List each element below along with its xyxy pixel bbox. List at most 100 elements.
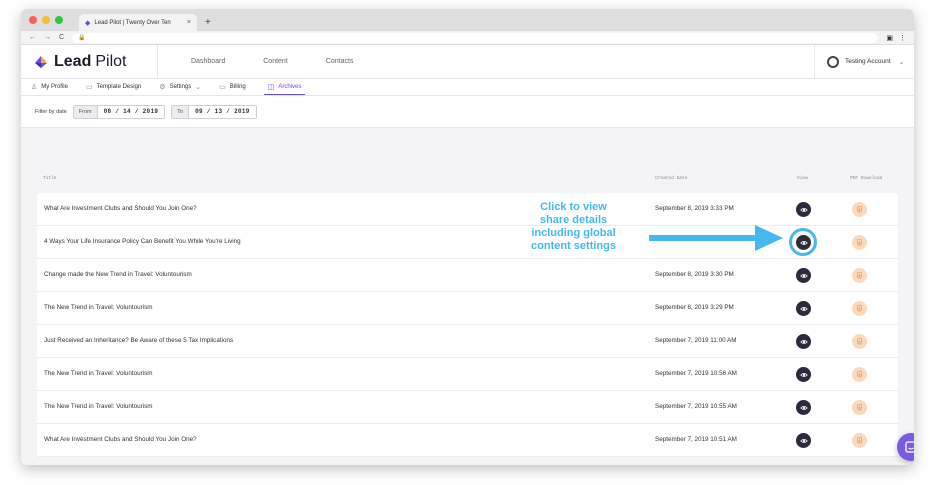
row-title[interactable]: What Are Investment Clubs and Should You… (44, 436, 197, 443)
nav-dashboard[interactable]: Dashboard (191, 58, 225, 65)
tab-billing[interactable]: ▭ Billing (219, 79, 246, 95)
close-window-button[interactable] (29, 16, 37, 24)
download-icon (857, 371, 862, 378)
brand-logo[interactable]: Lead Pilot (21, 45, 158, 78)
tab-archives[interactable]: ◫ Archives (263, 79, 306, 95)
reload-icon[interactable]: C (59, 34, 64, 41)
annotation-callout: Click to view share details including gl… (501, 201, 646, 253)
from-date-field[interactable]: From 08 / 14 / 2019 (72, 104, 166, 119)
row-title[interactable]: The New Trend in Travel: Voluntourism (44, 370, 153, 377)
row-created-date: September 7, 2019 10:55 AM (655, 403, 737, 410)
tab-my-profile[interactable]: ♙ My Profile (31, 79, 68, 95)
download-icon (857, 404, 862, 411)
account-menu[interactable]: Testing Account ⌄ (814, 45, 914, 78)
account-name: Testing Account (845, 58, 891, 65)
chevron-down-icon: ⌄ (195, 84, 202, 91)
pdf-download-button[interactable] (852, 301, 867, 316)
maximize-window-button[interactable] (55, 16, 63, 24)
chevron-down-icon: ⌄ (898, 58, 905, 66)
tab-settings[interactable]: ⚙ Settings ⌄ (159, 79, 201, 95)
download-icon (857, 437, 862, 444)
address-toolbar: ← → C 🔒 ▣ ⋮ (21, 31, 914, 45)
view-button[interactable] (796, 235, 811, 250)
new-tab-button[interactable]: + (205, 17, 211, 28)
eye-icon (799, 372, 808, 377)
eye-icon (799, 339, 808, 344)
address-bar[interactable]: 🔒 (72, 32, 879, 43)
profile-icon[interactable]: ▣ (886, 34, 893, 42)
minimize-window-button[interactable] (42, 16, 50, 24)
eye-icon (799, 240, 808, 245)
to-date-value[interactable]: 09 / 13 / 2019 (189, 105, 256, 118)
tab-close-icon[interactable]: × (187, 19, 191, 26)
row-created-date: September 7, 2019 10:51 AM (655, 436, 737, 443)
pdf-download-button[interactable] (852, 367, 867, 382)
from-date-value[interactable]: 08 / 14 / 2019 (97, 105, 165, 118)
to-date-field[interactable]: To 09 / 13 / 2019 (171, 104, 257, 119)
pdf-download-button[interactable] (852, 433, 867, 448)
row-title[interactable]: Just Received an Inheritance? Be Aware o… (44, 337, 233, 344)
avatar (827, 55, 839, 68)
table-row: Just Received an Inheritance? Be Aware o… (37, 325, 898, 358)
tab-template-design[interactable]: ▭ Template Design (86, 79, 141, 95)
annotation-line: including global (531, 227, 616, 239)
archives-table: Title Created Date View PDF Download Wha… (21, 164, 914, 465)
pdf-download-button[interactable] (852, 400, 867, 415)
annotation-line: share details (539, 214, 608, 226)
brand-name-bold: Lead (54, 52, 92, 70)
row-title[interactable]: Change made the New Trend in Travel: Vol… (44, 271, 192, 278)
chat-icon (905, 441, 914, 453)
browser-tab[interactable]: ◆ Lead Pilot | Twenty Over Ten × (79, 14, 197, 31)
plane-logo-icon (35, 55, 47, 68)
favicon-icon: ◆ (85, 19, 91, 27)
tab-title: Lead Pilot | Twenty Over Ten (94, 19, 171, 26)
view-button[interactable] (796, 400, 811, 415)
download-icon (857, 206, 862, 213)
table-row: What Are Investment Clubs and Should You… (37, 193, 898, 226)
tab-label: Archives (278, 83, 302, 90)
annotation-arrow-icon (649, 225, 783, 251)
view-button[interactable] (796, 433, 811, 448)
eye-icon (799, 438, 808, 443)
person-icon: ♙ (31, 84, 38, 91)
annotation-line: content settings (531, 240, 616, 252)
download-icon (857, 338, 862, 345)
row-title[interactable]: The New Trend in Travel: Voluntourism (44, 304, 153, 311)
eye-icon (799, 207, 808, 212)
row-created-date: September 8, 2019 3:33 PM (655, 205, 734, 212)
row-created-date: September 8, 2019 3:29 PM (655, 304, 734, 311)
template-icon: ▭ (85, 84, 93, 91)
eye-icon (799, 273, 808, 278)
app-header: Lead Pilot Dashboard Content Contacts Te… (21, 45, 914, 79)
view-button[interactable] (796, 202, 811, 217)
pdf-download-button[interactable] (852, 334, 867, 349)
view-button[interactable] (796, 334, 811, 349)
pdf-download-button[interactable] (852, 235, 867, 250)
pdf-download-button[interactable] (852, 202, 867, 217)
back-icon[interactable]: ← (29, 34, 36, 41)
gear-icon: ⚙ (159, 84, 166, 91)
window-controls (29, 16, 63, 24)
tab-label: Settings (169, 84, 192, 90)
view-button[interactable] (796, 367, 811, 382)
download-icon (857, 239, 862, 246)
main-nav: Dashboard Content Contacts (158, 58, 353, 65)
download-icon (857, 272, 862, 279)
view-button[interactable] (796, 301, 811, 316)
eye-icon (799, 405, 808, 410)
menu-icon[interactable]: ⋮ (899, 34, 906, 42)
row-title[interactable]: 4 Ways Your Life Insurance Policy Can Be… (44, 238, 241, 245)
header-title: Title (43, 176, 57, 181)
download-icon (857, 305, 862, 312)
row-title[interactable]: What Are Investment Clubs and Should You… (44, 205, 197, 212)
row-title[interactable]: The New Trend in Travel: Voluntourism (44, 403, 153, 410)
view-button[interactable] (796, 268, 811, 283)
to-label: To (172, 105, 190, 118)
pdf-download-button[interactable] (852, 268, 867, 283)
nav-contacts[interactable]: Contacts (326, 58, 354, 65)
date-filter: Filter by date From 08 / 14 / 2019 To 09… (21, 96, 914, 128)
forward-icon[interactable]: → (44, 34, 51, 41)
tab-label: Template Design (96, 84, 142, 90)
table-row: What Are Investment Clubs and Should You… (37, 424, 898, 457)
nav-content[interactable]: Content (263, 58, 288, 65)
